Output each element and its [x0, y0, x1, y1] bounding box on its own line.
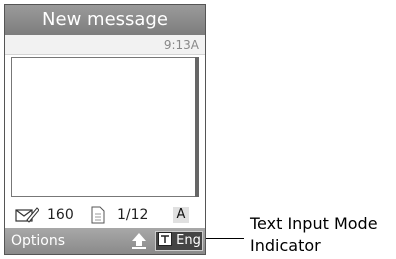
- callout-line-2: Indicator: [250, 236, 321, 255]
- options-softkey[interactable]: Options: [11, 228, 65, 254]
- title-bar: New message: [5, 5, 205, 35]
- case-indicator: A: [173, 207, 189, 223]
- softkey-bar: Options Eng: [5, 228, 205, 254]
- callout-leader-line: [206, 238, 244, 239]
- message-text-area[interactable]: [11, 57, 197, 197]
- upload-arrow-icon: [131, 232, 147, 250]
- scrollbar[interactable]: [195, 57, 199, 197]
- text-input-mode-indicator: Eng: [155, 231, 203, 251]
- callout-label: Text Input Mode Indicator: [250, 213, 378, 257]
- t9-icon: [158, 232, 172, 246]
- pen-envelope-icon: [15, 200, 40, 230]
- callout-line-1: Text Input Mode: [250, 214, 378, 233]
- screen-title: New message: [42, 9, 168, 30]
- phone-screen: New message 9:13A 160 1/12 A Options Eng: [4, 4, 206, 255]
- clock-time: 9:13A: [163, 38, 199, 52]
- page-count: 1/12: [117, 207, 149, 223]
- status-row: 9:13A: [5, 35, 205, 55]
- chars-remaining: 160: [47, 207, 74, 223]
- input-mode-label: Eng: [176, 233, 201, 248]
- page-icon: [91, 200, 105, 230]
